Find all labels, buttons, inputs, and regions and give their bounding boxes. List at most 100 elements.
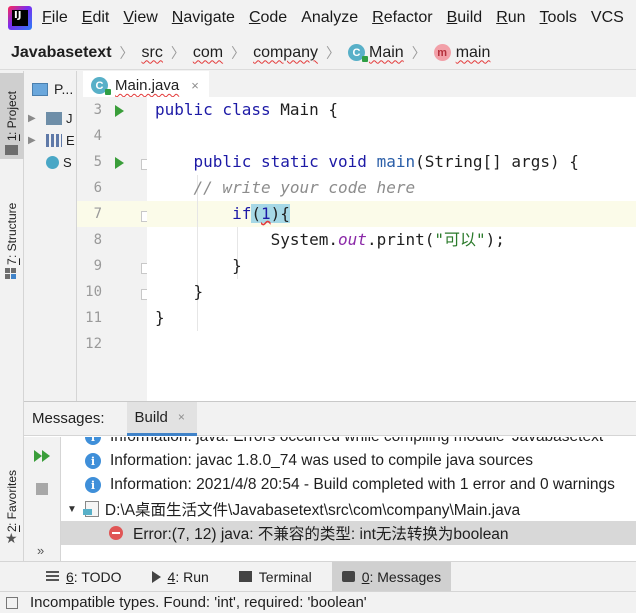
error-icon bbox=[109, 526, 123, 540]
info-icon: i bbox=[85, 437, 101, 445]
scratches-icon bbox=[46, 155, 59, 169]
line-number: 11 bbox=[85, 310, 102, 326]
breadcrumb-separator: 〉 bbox=[231, 44, 246, 61]
messages-list: iInformation: java: Errors occurred whil… bbox=[61, 437, 636, 562]
error-message-row[interactable]: Error:(7, 12) java: 不兼容的类型: int无法转换为bool… bbox=[109, 521, 509, 545]
tree-row-scratches[interactable]: S bbox=[24, 151, 76, 173]
project-view-icon bbox=[32, 82, 48, 96]
info-icon: i bbox=[85, 477, 101, 493]
menu-edit[interactable]: Edit bbox=[82, 9, 110, 27]
breadcrumb-separator: 〉 bbox=[411, 44, 426, 61]
messages-title: Messages: bbox=[32, 410, 105, 427]
libraries-icon bbox=[46, 133, 62, 147]
code-line-11: } bbox=[155, 308, 165, 327]
line-number: 3 bbox=[93, 102, 102, 118]
run-icon bbox=[151, 570, 161, 583]
breadcrumb-main-class[interactable]: C Main bbox=[348, 44, 404, 62]
line-number: 5 bbox=[93, 154, 102, 170]
code-line-7: if(1){ bbox=[232, 204, 290, 223]
message-row[interactable]: iInformation: java: Errors occurred whil… bbox=[85, 437, 606, 449]
code-line-8: System.out.print("可以"); bbox=[270, 230, 505, 249]
breadcrumb-separator: 〉 bbox=[326, 44, 340, 61]
tree-row-external-libraries[interactable]: ▶ E bbox=[24, 129, 76, 151]
messages-toolbar: » bbox=[24, 437, 61, 562]
code-line-3: public class Main { bbox=[155, 100, 339, 119]
menu-navigate[interactable]: Navigate bbox=[172, 9, 235, 27]
tree-row-project[interactable]: ▶ J bbox=[24, 107, 76, 129]
breadcrumb-project[interactable]: Javabasetext bbox=[11, 44, 112, 62]
code-line-6: // write your code here bbox=[193, 178, 416, 197]
message-row[interactable]: i Information: 2021/4/8 20:54 - Build com… bbox=[85, 473, 615, 497]
line-number: 7 bbox=[93, 206, 102, 222]
breadcrumb-separator: 〉 bbox=[170, 44, 185, 61]
menu-bar: IJ File Edit View Navigate Code Analyze … bbox=[0, 0, 636, 36]
breadcrumb-main-method[interactable]: m main bbox=[433, 44, 490, 62]
menu-build[interactable]: Build bbox=[447, 9, 483, 27]
structure-icon bbox=[5, 268, 16, 279]
project-panel-header[interactable]: P... bbox=[24, 71, 76, 107]
messages-panel: Messages: Build × » iInformation: java: … bbox=[24, 401, 636, 562]
menu-code[interactable]: Code bbox=[249, 9, 287, 27]
line-number: 12 bbox=[85, 336, 102, 352]
terminal-icon bbox=[238, 571, 252, 582]
breadcrumb-src[interactable]: src bbox=[142, 44, 163, 62]
line-number: 8 bbox=[93, 232, 102, 248]
structure-tool-tab[interactable]: 7: Structure bbox=[0, 189, 24, 279]
code-line-9: } bbox=[232, 256, 242, 275]
star-icon: ★ bbox=[5, 530, 18, 546]
java-class-icon: C bbox=[348, 44, 368, 62]
folder-icon bbox=[5, 145, 18, 155]
rerun-icon[interactable] bbox=[34, 450, 42, 462]
breadcrumb-separator: 〉 bbox=[119, 44, 134, 61]
tool-tab-todo[interactable]: 6: TODO bbox=[36, 562, 132, 592]
status-message: Incompatible types. Found: 'int', requir… bbox=[30, 594, 367, 611]
stop-icon[interactable] bbox=[36, 483, 48, 495]
code-editor[interactable]: public class Main { public static void m… bbox=[147, 97, 636, 401]
message-row[interactable]: i Information: javac 1.8.0_74 was used to… bbox=[85, 449, 533, 473]
method-icon: m bbox=[433, 44, 451, 61]
menu-refactor[interactable]: Refactor bbox=[372, 9, 432, 27]
breadcrumb-company[interactable]: company bbox=[253, 44, 318, 62]
expand-arrow-icon[interactable]: ▶ bbox=[28, 135, 40, 146]
status-bar: Incompatible types. Found: 'int', requir… bbox=[0, 591, 636, 613]
line-number: 6 bbox=[93, 180, 102, 196]
menu-file[interactable]: File bbox=[42, 9, 68, 27]
tab-close-icon[interactable]: × bbox=[191, 78, 199, 93]
messages-icon bbox=[341, 571, 355, 582]
tab-build[interactable]: Build × bbox=[126, 401, 197, 436]
expand-arrow-icon[interactable]: ▶ bbox=[28, 113, 40, 124]
menu-tools[interactable]: Tools bbox=[540, 9, 577, 27]
line-number: 4 bbox=[93, 128, 102, 144]
collapse-arrow-icon[interactable]: ▼ bbox=[67, 504, 77, 515]
menu-vcs[interactable]: VCS bbox=[591, 9, 624, 27]
rerun-icon[interactable] bbox=[42, 450, 50, 462]
todo-icon bbox=[46, 571, 59, 582]
bottom-tool-bar: 6: TODO 4: Run Terminal 0: Messages bbox=[0, 561, 636, 592]
status-panel-icon[interactable] bbox=[6, 596, 18, 609]
close-icon[interactable]: × bbox=[178, 410, 185, 424]
project-panel: P... ▶ J ▶ E S bbox=[24, 71, 77, 401]
run-class-icon[interactable] bbox=[115, 105, 124, 117]
menu-run[interactable]: Run bbox=[496, 9, 525, 27]
tool-tab-messages[interactable]: 0: Messages bbox=[331, 561, 452, 592]
code-line-5: public static void main(String[] args) { bbox=[193, 152, 579, 171]
message-file-row[interactable]: ▼ D:\A桌面生活文件\Javabasetext\src\com\company… bbox=[67, 497, 520, 521]
line-number: 9 bbox=[93, 258, 102, 274]
info-icon: i bbox=[85, 453, 101, 469]
breadcrumb: Javabasetext 〉 src 〉 com 〉 company 〉 C Ma… bbox=[0, 36, 636, 70]
tool-tab-run[interactable]: 4: Run bbox=[142, 562, 219, 592]
menu-analyze[interactable]: Analyze bbox=[301, 9, 358, 27]
line-number: 10 bbox=[85, 284, 102, 300]
java-file-icon bbox=[82, 501, 99, 517]
tool-tab-terminal[interactable]: Terminal bbox=[229, 562, 322, 592]
run-main-icon[interactable] bbox=[115, 157, 124, 169]
code-line-10: } bbox=[193, 282, 204, 301]
left-tool-strip: 1: Project 7: Structure 2: Favorites ★ bbox=[0, 71, 24, 561]
intellij-logo-icon: IJ bbox=[8, 6, 32, 30]
messages-header: Messages: Build × bbox=[24, 401, 636, 436]
expand-toolbar-icon[interactable]: » bbox=[37, 543, 44, 558]
module-folder-icon bbox=[46, 111, 62, 125]
breadcrumb-com[interactable]: com bbox=[193, 44, 223, 62]
java-class-icon: C bbox=[91, 77, 111, 95]
menu-view[interactable]: View bbox=[123, 9, 157, 27]
